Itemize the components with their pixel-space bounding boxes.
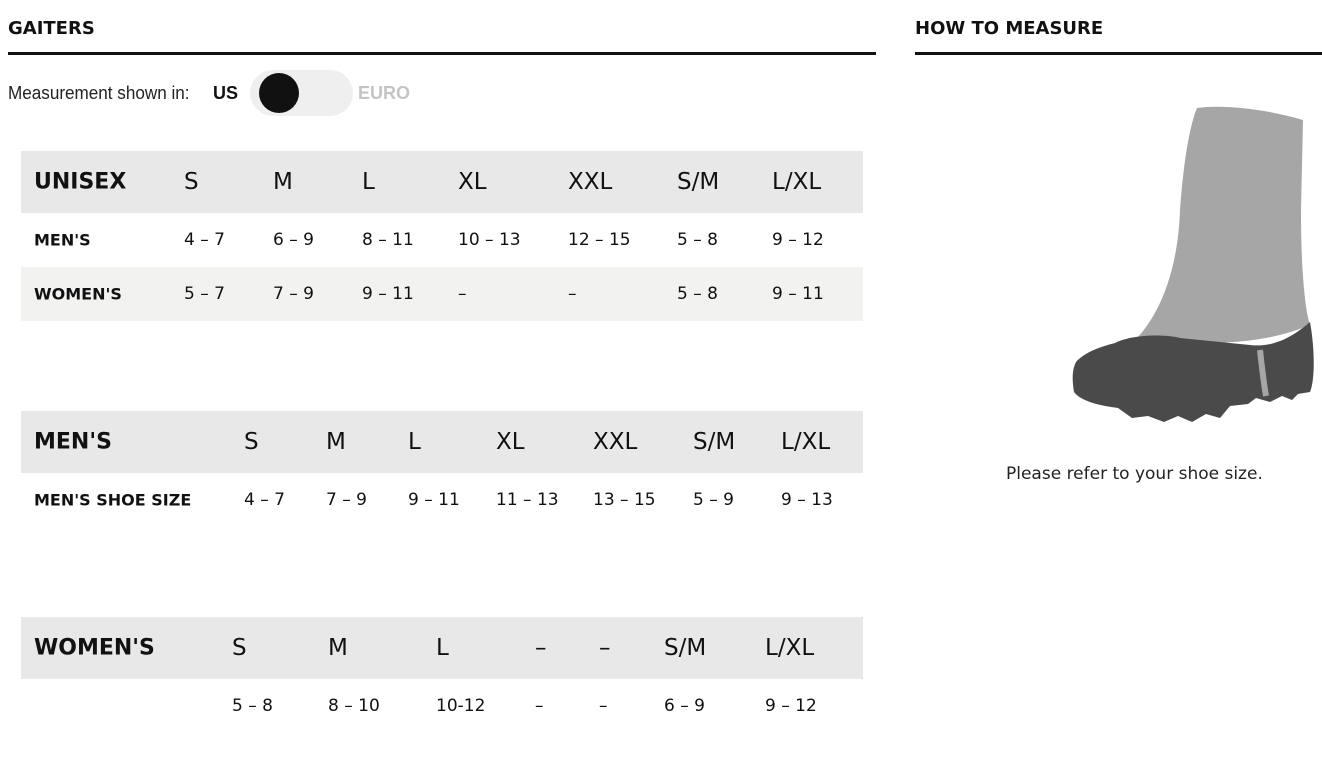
table-row: MEN'S 4 – 7 6 – 9 8 – 11 10 – 13 12 – 15… (21, 213, 863, 267)
unit-toggle[interactable] (250, 70, 353, 116)
size-header: M (328, 635, 348, 661)
table-cell: 13 – 15 (593, 490, 656, 510)
table-title: MEN'S (34, 429, 112, 455)
toggle-knob[interactable] (259, 73, 299, 113)
table-cell: 5 – 8 (677, 284, 718, 304)
size-header: S (232, 635, 247, 661)
size-header: L (362, 169, 375, 195)
size-header: S (184, 169, 199, 195)
section-divider (8, 52, 876, 55)
table-cell: 5 – 8 (232, 696, 273, 716)
table-cell: 5 – 9 (693, 490, 734, 510)
gaiter-shape (1135, 106, 1310, 344)
unisex-size-table: UNISEX S M L XL XXL S/M L/XL MEN'S 4 – 7… (21, 151, 863, 321)
table-cell: 6 – 9 (664, 696, 705, 716)
size-header: – (535, 635, 547, 661)
size-header: XXL (568, 169, 613, 195)
row-label: MEN'S (34, 230, 91, 250)
table-cell: – (458, 284, 467, 304)
size-header: M (326, 429, 346, 455)
measurement-label: Measurement shown in: (8, 82, 190, 103)
table-row: MEN'S SHOE SIZE 4 – 7 7 – 9 9 – 11 11 – … (21, 473, 863, 527)
gaiter-boot-icon (1072, 106, 1314, 422)
table-cell: 6 – 9 (273, 230, 314, 250)
size-header: L/XL (781, 429, 831, 455)
table-row: WOMEN'S 5 – 7 7 – 9 9 – 11 – – 5 – 8 9 –… (21, 267, 863, 321)
womens-size-table: WOMEN'S S M L – – S/M L/XL 5 – 8 8 – 10 … (21, 617, 863, 733)
table-cell: – (568, 284, 577, 304)
table-cell: 9 – 12 (765, 696, 817, 716)
table-cell: 10 – 13 (458, 230, 521, 250)
size-header: L (436, 635, 449, 661)
table-cell: 12 – 15 (568, 230, 631, 250)
table-cell: 9 – 12 (772, 230, 824, 250)
table-row: 5 – 8 8 – 10 10-12 – – 6 – 9 9 – 12 (21, 679, 863, 733)
size-header: L/XL (765, 635, 815, 661)
table-header-row: UNISEX S M L XL XXL S/M L/XL (21, 151, 863, 213)
how-to-measure-instructions: Please refer to your shoe size. (1006, 464, 1263, 484)
row-label: WOMEN'S (34, 284, 122, 304)
table-cell: 11 – 13 (496, 490, 559, 510)
size-header: S/M (693, 429, 736, 455)
table-cell: 8 – 10 (328, 696, 380, 716)
measurement-unit-switch: Measurement shown in: US EURO (8, 70, 410, 116)
table-header-row: WOMEN'S S M L – – S/M L/XL (21, 617, 863, 679)
section-divider (915, 52, 1322, 55)
table-title: WOMEN'S (34, 635, 155, 661)
table-cell: 7 – 9 (326, 490, 367, 510)
table-cell: 9 – 11 (408, 490, 460, 510)
table-cell: 9 – 11 (362, 284, 414, 304)
unit-euro-label[interactable]: EURO (358, 83, 410, 104)
table-title: UNISEX (34, 169, 127, 195)
table-cell: 5 – 8 (677, 230, 718, 250)
table-cell: – (599, 696, 608, 716)
size-header: XXL (593, 429, 638, 455)
table-cell: 5 – 7 (184, 284, 225, 304)
size-header: S (244, 429, 259, 455)
table-cell: 10-12 (436, 696, 486, 716)
table-cell: 9 – 13 (781, 490, 833, 510)
size-header: L/XL (772, 169, 822, 195)
table-header-row: MEN'S S M L XL XXL S/M L/XL (21, 411, 863, 473)
size-header: L (408, 429, 421, 455)
size-header: XL (496, 429, 525, 455)
how-to-measure-title: HOW TO MEASURE (915, 18, 1104, 39)
row-label: MEN'S SHOE SIZE (34, 490, 192, 510)
size-header: S/M (664, 635, 707, 661)
table-cell: 4 – 7 (184, 230, 225, 250)
size-header: XL (458, 169, 487, 195)
mens-size-table: MEN'S S M L XL XXL S/M L/XL MEN'S SHOE S… (21, 411, 863, 527)
table-cell: – (535, 696, 544, 716)
size-header: M (273, 169, 293, 195)
unit-us-label[interactable]: US (213, 83, 238, 104)
table-cell: 8 – 11 (362, 230, 414, 250)
size-header: S/M (677, 169, 720, 195)
table-cell: 4 – 7 (244, 490, 285, 510)
table-cell: 7 – 9 (273, 284, 314, 304)
table-cell: 9 – 11 (772, 284, 824, 304)
size-header: – (599, 635, 611, 661)
gaiters-title: GAITERS (8, 18, 95, 39)
